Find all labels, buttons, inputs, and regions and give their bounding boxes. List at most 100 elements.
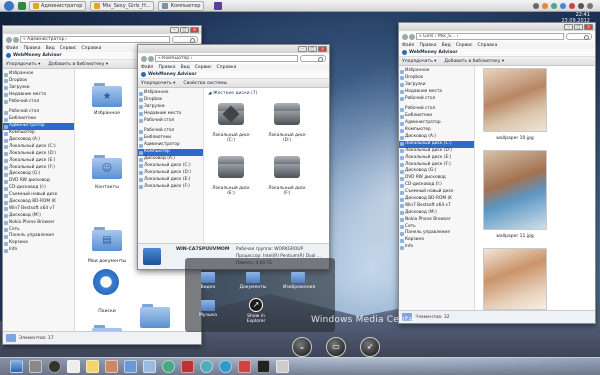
nav-item[interactable]: Локальный диск (D:) bbox=[138, 170, 203, 177]
safari-icon[interactable] bbox=[200, 360, 213, 373]
wmc-show-in-explorer[interactable]: ↗ Show in Explorer bbox=[238, 298, 274, 324]
nav-item[interactable]: Недавние места bbox=[3, 92, 74, 99]
settings-icon[interactable] bbox=[29, 360, 42, 373]
menu-tools[interactable]: Сервис bbox=[195, 65, 212, 70]
search-input[interactable] bbox=[172, 36, 198, 43]
minimize-button[interactable]: – bbox=[298, 46, 307, 52]
chevron-down-icon[interactable]: ⌄ bbox=[292, 337, 312, 357]
minimize-button[interactable]: – bbox=[170, 27, 179, 33]
menu-file[interactable]: Файл bbox=[402, 43, 414, 48]
close-button[interactable]: × bbox=[190, 27, 199, 33]
nav-item[interactable]: Dropbox bbox=[138, 97, 203, 104]
forward-button[interactable] bbox=[409, 33, 415, 40]
photos-icon[interactable] bbox=[105, 360, 118, 373]
drive-e[interactable] bbox=[218, 156, 244, 184]
menu-tools[interactable]: Сервис bbox=[60, 46, 77, 51]
browser-icon[interactable] bbox=[162, 360, 175, 373]
folder-favorites[interactable]: ★ bbox=[92, 83, 122, 107]
nav-item[interactable]: Дисковод (A:) bbox=[399, 134, 474, 141]
tray-icon[interactable] bbox=[551, 3, 557, 9]
address-bar[interactable]: « Компьютер › bbox=[155, 55, 298, 62]
menu-tools[interactable]: Сервис bbox=[456, 43, 473, 48]
wmc-pictures[interactable]: Изображения bbox=[283, 272, 315, 290]
task-admin[interactable]: Администратор bbox=[29, 0, 87, 11]
nav-item[interactable]: Локальный диск (F:) bbox=[138, 184, 203, 191]
menu-help[interactable]: Справка bbox=[82, 46, 102, 51]
tray-icon[interactable] bbox=[533, 3, 539, 9]
tray-icon[interactable] bbox=[569, 3, 575, 9]
menu-view[interactable]: Вид bbox=[46, 46, 55, 51]
nav-item[interactable]: Недавние места bbox=[399, 89, 474, 96]
wallpaper-thumbnail[interactable] bbox=[483, 150, 547, 230]
nav-item[interactable]: Рабочий стол bbox=[3, 99, 74, 106]
titlebar[interactable]: – □ × bbox=[138, 45, 329, 53]
nav-item[interactable]: Загрузки bbox=[3, 85, 74, 92]
dashboard-icon[interactable] bbox=[48, 360, 61, 373]
close-button[interactable]: × bbox=[318, 46, 327, 52]
nav-item[interactable]: Компьютер bbox=[3, 130, 74, 137]
window-computer[interactable]: – □ × « Компьютер › Файл Правка Вид Сервис… bbox=[137, 44, 330, 270]
back-button[interactable] bbox=[402, 33, 408, 40]
menu-edit[interactable]: Правка bbox=[158, 65, 175, 70]
task-girls[interactable]: Mix_Sexy_Girls_H... bbox=[90, 0, 155, 11]
menu-edit[interactable]: Правка bbox=[419, 43, 436, 48]
nav-item[interactable]: Win7 Bestsoft x64 v7 bbox=[399, 203, 474, 210]
nav-item[interactable]: Win7 Bestsoft x64 v7 bbox=[3, 206, 74, 213]
floppy-icon[interactable] bbox=[214, 1, 223, 10]
nav-item[interactable]: Локальный диск (E:) bbox=[3, 158, 74, 165]
organize-button[interactable]: Упорядочить ▾ bbox=[402, 59, 436, 64]
start-orb-icon[interactable] bbox=[4, 0, 14, 11]
nav-item[interactable]: Дисковод (M:) bbox=[399, 210, 474, 217]
forward-button[interactable] bbox=[13, 36, 19, 43]
photo-booth-icon[interactable] bbox=[238, 360, 251, 373]
nav-item[interactable]: Рабочий стол bbox=[138, 118, 203, 125]
organize-button[interactable]: Упорядочить ▾ bbox=[6, 62, 40, 67]
nav-item[interactable]: Локальный диск (E:) bbox=[399, 155, 474, 162]
menu-view[interactable]: Вид bbox=[442, 43, 451, 48]
tray-icon[interactable] bbox=[542, 3, 548, 9]
drive-d[interactable] bbox=[274, 103, 300, 131]
nav-item[interactable]: Локальный диск (D:) bbox=[399, 148, 474, 155]
nav-item[interactable]: Локальный диск (C:) bbox=[399, 140, 474, 148]
menu-help[interactable]: Справка bbox=[217, 65, 237, 70]
nav-item[interactable]: Nokia Phone Browser bbox=[3, 220, 74, 227]
menu-edit[interactable]: Правка bbox=[23, 46, 40, 51]
back-button[interactable] bbox=[6, 36, 12, 43]
folder-icon[interactable] bbox=[124, 360, 137, 373]
add-to-library-button[interactable]: Добавить в библиотеку ▾ bbox=[48, 62, 108, 67]
organize-button[interactable]: Упорядочить ▾ bbox=[141, 81, 175, 86]
nav-item[interactable]: Dropbox bbox=[3, 78, 74, 85]
webmoney-toolbar[interactable]: WebMoney Advisor bbox=[138, 71, 329, 79]
folder-documents[interactable]: ▤ bbox=[92, 227, 122, 251]
menu-file[interactable]: Файл bbox=[141, 65, 153, 70]
nav-item[interactable]: Дисковод (A:) bbox=[3, 137, 74, 144]
titlebar[interactable]: – □ × bbox=[399, 23, 595, 31]
nav-item[interactable]: Info bbox=[3, 247, 74, 254]
nav-item[interactable]: Загрузки bbox=[399, 82, 474, 89]
nav-item[interactable]: Компьютер bbox=[399, 127, 474, 134]
trash-icon[interactable] bbox=[276, 360, 289, 373]
nav-item[interactable]: Локальный диск (E:) bbox=[138, 177, 203, 184]
titlebar[interactable]: – □ × bbox=[3, 26, 201, 34]
mail-icon[interactable] bbox=[143, 360, 156, 373]
nav-item[interactable]: Дисковод BD-ROM (K bbox=[3, 199, 74, 206]
nav-item[interactable]: Избранное bbox=[3, 71, 74, 78]
task-computer[interactable]: Компьютер bbox=[158, 0, 205, 11]
network-icon[interactable] bbox=[587, 3, 593, 9]
nav-item[interactable]: Избранное bbox=[138, 90, 203, 97]
system-properties-button[interactable]: Свойства системы bbox=[183, 81, 227, 86]
wallpaper-thumbnail[interactable] bbox=[483, 68, 547, 132]
calendar-icon[interactable] bbox=[67, 360, 80, 373]
window-girls[interactable]: – □ × « Girls › Mix_S... › Файл Правка Вид… bbox=[398, 22, 596, 324]
drive-f[interactable] bbox=[274, 156, 300, 184]
address-bar[interactable]: « Girls › Mix_S... › bbox=[416, 33, 564, 40]
address-bar[interactable]: « Администратор › bbox=[20, 36, 170, 43]
nav-item[interactable]: Локальный диск (C:) bbox=[3, 144, 74, 151]
nav-item[interactable]: Недавние места bbox=[138, 111, 203, 118]
nav-item[interactable]: Локальный диск (D:) bbox=[3, 151, 74, 158]
menu-file[interactable]: Файл bbox=[6, 46, 18, 51]
nav-item[interactable]: Dropbox bbox=[399, 75, 474, 82]
menu-help[interactable]: Справка bbox=[478, 43, 498, 48]
finder-icon[interactable] bbox=[10, 360, 23, 373]
volume-icon[interactable] bbox=[578, 3, 584, 9]
